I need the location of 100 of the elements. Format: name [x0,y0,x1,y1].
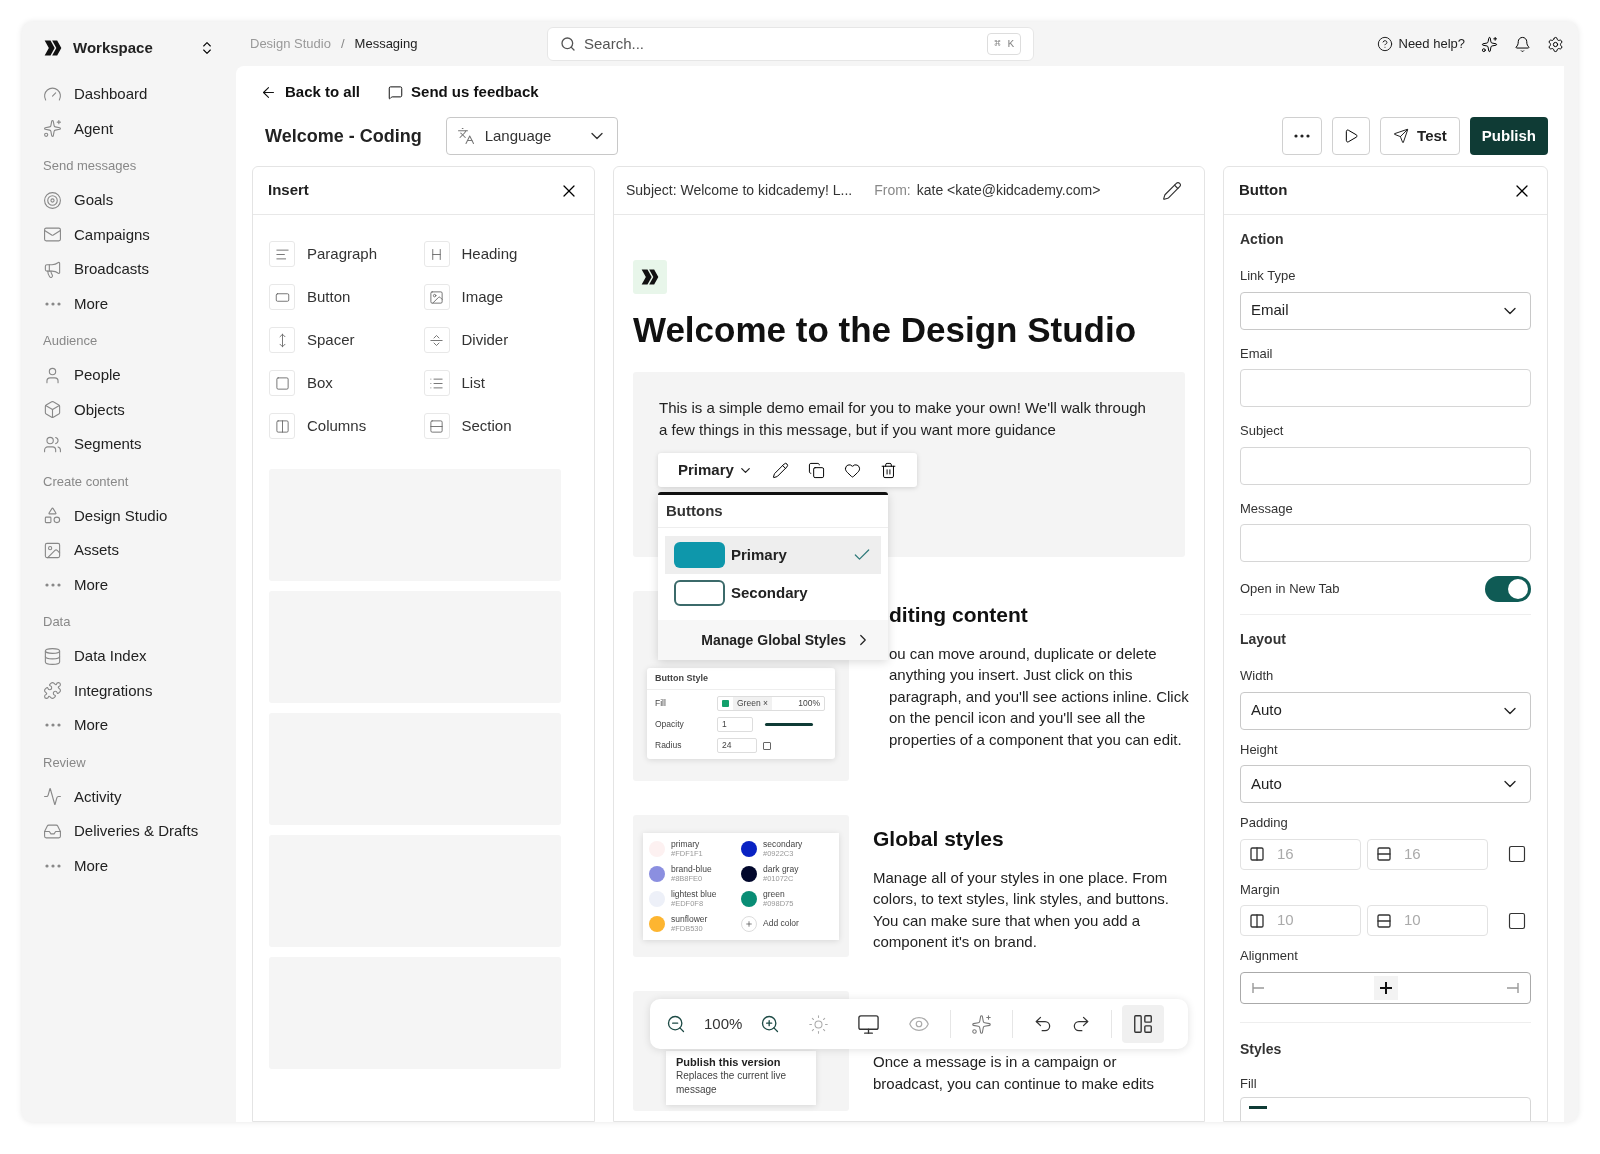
layout-toggle-button[interactable] [1122,1005,1165,1043]
duplicate-icon[interactable] [807,461,825,479]
preview-button[interactable] [1332,117,1371,155]
sparkle-icon [43,119,62,139]
settings-icon[interactable] [1547,35,1564,53]
insert-block-item[interactable]: Columns [269,413,424,439]
sidebar-item[interactable]: More [22,286,236,321]
message-title: Welcome - Coding [265,124,422,148]
all-sides-icon[interactable] [1507,910,1527,931]
sidebar-item[interactable]: More [22,567,236,602]
field-label: Fill [1240,1074,1258,1093]
cube-icon [43,400,62,420]
notifications-icon[interactable] [1514,35,1531,53]
sidebar-section-title: Audience [42,332,99,351]
spacer-icon [269,327,295,353]
insert-block-item[interactable]: List [423,370,578,396]
vertical-spacing-icon [1376,846,1392,862]
delete-icon[interactable] [879,461,897,479]
insert-block-item[interactable]: Heading [423,241,578,267]
insert-block-item[interactable]: Button [269,284,424,310]
panel-title: Insert [268,180,309,201]
select-field[interactable]: Email [1240,291,1531,330]
test-button[interactable]: Test [1380,117,1460,155]
thumb-value: 100% [798,697,820,710]
menu-option[interactable]: Secondary [665,574,881,612]
sidebar-item[interactable]: Data Index [22,639,236,674]
select-field[interactable]: Auto [1240,691,1531,730]
pencil-icon[interactable] [771,461,789,479]
thumb-title: Button Style [647,667,835,690]
menu-option[interactable]: Primary [665,536,881,574]
color-name: lightest blue [671,888,717,899]
search-field[interactable]: Search... ⌘ K [547,27,1034,61]
insert-block-item[interactable]: Section [423,413,578,439]
help-link[interactable]: Need help? [1376,34,1465,54]
sidebar-item[interactable]: Segments [22,427,236,462]
sidebar-item[interactable]: Activity [22,779,236,814]
field-label: Height [1240,740,1279,759]
section-heading: diting content [889,602,1029,628]
color-name: sunflower [671,913,708,924]
insert-block-item[interactable]: Box [269,370,424,396]
publish-button[interactable]: Publish [1469,117,1548,155]
zoom-in-icon[interactable] [760,1014,781,1034]
shapes-icon [43,506,62,526]
breadcrumb-separator: / [340,35,345,54]
radius-icon [763,741,771,750]
from-label: From: [874,181,911,200]
sidebar-item[interactable]: Design Studio [22,498,236,533]
more-icon [44,723,61,728]
zoom-level: 100% [704,1013,743,1034]
sidebar-item[interactable]: Agent [22,111,236,146]
insert-block-item[interactable]: Divider [423,327,578,353]
logo-icon [640,267,660,287]
insert-block-item[interactable]: Paragraph [269,241,424,267]
vertical-spacing-icon [1376,912,1392,929]
insert-block-item[interactable]: Spacer [269,327,424,353]
color-name: green [763,888,786,899]
zoom-out-icon[interactable] [666,1014,686,1034]
database-icon [43,646,62,666]
pencil-icon[interactable] [1162,180,1182,201]
sidebar-item[interactable]: People [22,358,236,393]
thumb-label: Opacity [655,718,685,731]
sidebar-item[interactable]: Campaigns [22,217,236,252]
sidebar-item[interactable]: Objects [22,392,236,427]
input-field[interactable] [1240,446,1531,485]
style-dropdown[interactable]: Primary [678,458,753,482]
all-sides-icon[interactable] [1507,844,1527,864]
insert-block-item[interactable]: Image [423,284,578,310]
back-link[interactable]: Back to all [260,80,361,104]
align-center-icon[interactable] [1373,975,1398,1000]
sidebar-item[interactable]: Deliveries & Drafts [22,814,236,849]
sidebar-item[interactable]: More [22,708,236,743]
intro-paragraph: This is a simple demo email for you to make your own! We'll walk through a few things in this message, but if you want more guidance [659,398,1147,440]
manage-styles-link[interactable]: Manage Global Styles [658,620,888,660]
sidebar-item[interactable]: Broadcasts [22,252,236,287]
desktop-icon[interactable] [857,1012,881,1036]
thumb-chip: Green × [733,697,772,710]
play-icon [1343,128,1360,144]
heart-icon[interactable] [843,461,861,479]
sidebar-item[interactable]: Goals [22,183,236,218]
swatch-icon [722,700,729,707]
heading-icon [423,241,450,267]
chat-icon [388,84,404,100]
workspace-name[interactable]: Workspace [73,36,189,60]
field-label: Margin [1240,880,1281,899]
toggle-switch[interactable] [1485,576,1531,602]
send-icon [1393,128,1410,144]
select-field[interactable]: Auto [1240,765,1531,803]
input-field[interactable] [1240,524,1531,562]
from-address: kate <kate@kidcademy.com> [916,181,1101,200]
sparkle-icon[interactable] [1481,35,1498,53]
sidebar-item[interactable]: Assets [22,533,236,568]
section-paragraph: Once a message is in a campaign or broadcast, you can continue to make edits [873,1052,1155,1094]
person-icon [43,365,62,385]
language-select[interactable]: Language [445,117,618,155]
sidebar-item[interactable]: Integrations [22,673,236,708]
sidebar-item[interactable]: Dashboard [22,77,236,112]
input-field[interactable] [1240,369,1531,407]
sidebar-item[interactable]: More [22,848,236,883]
feedback-link[interactable]: Send us feedback [388,80,539,104]
subject-line: Subject: Welcome to kidcademy! L... [626,181,853,200]
